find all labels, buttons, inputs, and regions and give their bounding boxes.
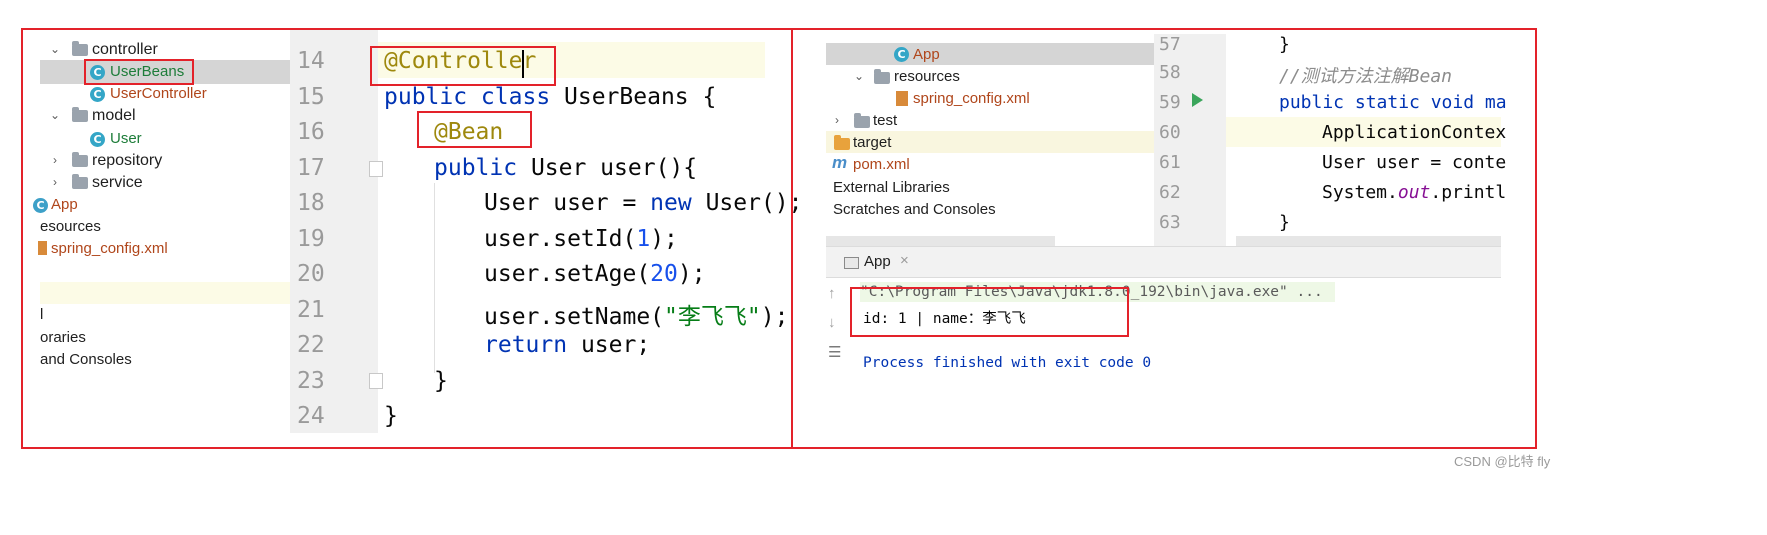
highlight-box-userbeans — [84, 59, 194, 85]
right-outer-red-frame — [791, 28, 1537, 449]
highlight-box-controller — [370, 46, 556, 86]
left-outer-red-frame — [21, 28, 793, 449]
watermark: CSDN @比特 fly — [1454, 454, 1551, 469]
highlight-box-output — [850, 287, 1129, 337]
highlight-box-bean — [417, 111, 532, 148]
